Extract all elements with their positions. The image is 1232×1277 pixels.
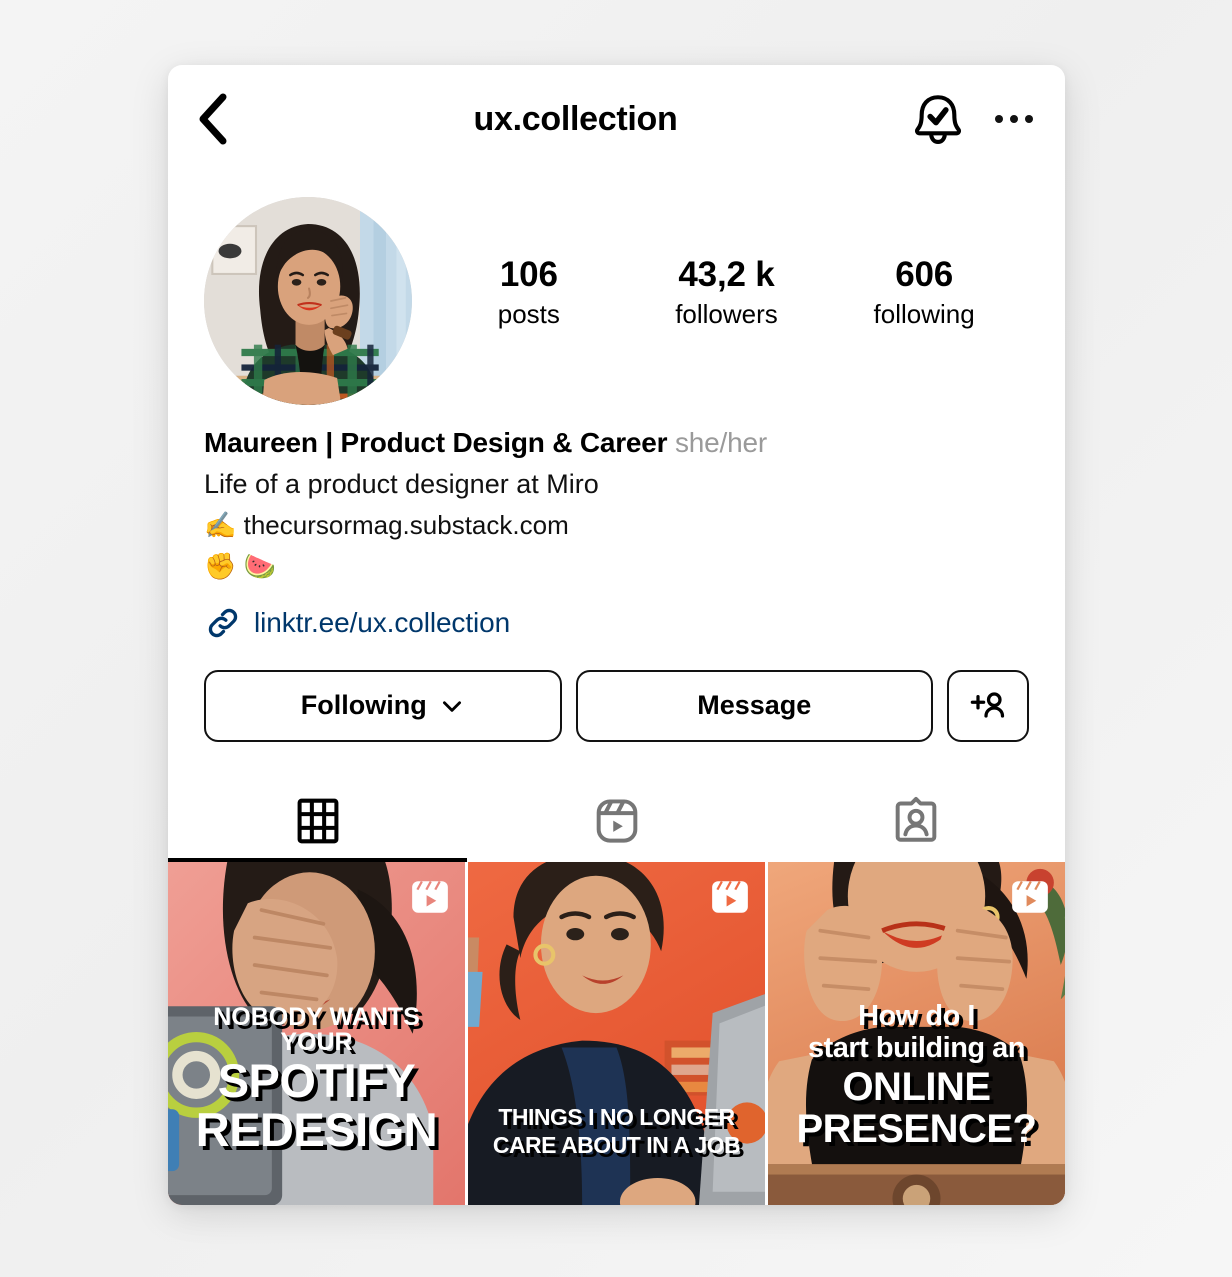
post-grid: NOBODY WANTS YOUR SPOTIFY REDESIGN THING… — [168, 861, 1065, 1205]
profile-tabs — [168, 784, 1065, 862]
profile-link-text: linktr.ee/ux.collection — [254, 606, 511, 638]
bio-line-2: ✍️ thecursormag.substack.com — [204, 510, 569, 541]
caption-line: PRESENCE? — [796, 1107, 1038, 1151]
following-label: following — [873, 298, 975, 329]
caption-line: start building an — [807, 1032, 1026, 1064]
post-thumbnail[interactable]: NOBODY WANTS YOUR SPOTIFY REDESIGN — [168, 861, 465, 1205]
stat-posts[interactable]: 106 posts — [469, 255, 589, 331]
caption-line: CARE ABOUT IN A JOB — [492, 1132, 741, 1158]
stat-followers[interactable]: 43,2 k followers — [666, 255, 786, 331]
dot — [995, 115, 1003, 123]
dot — [1010, 115, 1018, 123]
post-caption: How do I start building an ONLINE PRESEN… — [768, 1000, 1065, 1151]
dot — [1025, 115, 1033, 123]
post-thumbnail[interactable]: How do I start building an ONLINE PRESEN… — [768, 861, 1065, 1205]
display-name: Maureen | Product Design & Career — [204, 427, 668, 458]
profile-action-buttons: Following Message — [168, 642, 1065, 742]
top-bar-actions — [909, 90, 1035, 148]
reels-icon — [596, 798, 637, 843]
reels-badge-icon — [712, 880, 748, 913]
link-icon — [208, 608, 238, 637]
caption-line: NOBODY WANTS YOUR — [213, 1003, 420, 1056]
caption-line: ONLINE — [842, 1065, 991, 1109]
tagged-person-icon — [895, 796, 936, 842]
profile-stats: 106 posts 43,2 k followers 606 following — [412, 197, 1029, 331]
profile-header: 106 posts 43,2 k followers 606 following — [168, 173, 1065, 405]
notifications-button[interactable] — [909, 90, 967, 148]
bio-line-3: ✊ 🍉 — [204, 551, 276, 582]
bio-line-1: Life of a product designer at Miro — [204, 468, 599, 499]
profile-link[interactable]: linktr.ee/ux.collection — [204, 604, 1029, 642]
posts-label: posts — [497, 298, 560, 329]
add-person-button[interactable] — [947, 669, 1029, 742]
avatar-photo — [204, 197, 412, 405]
back-button[interactable] — [196, 91, 248, 147]
followers-label: followers — [675, 298, 778, 329]
followers-count: 43,2 k — [678, 255, 775, 294]
pronouns: she/her — [674, 427, 767, 458]
avatar[interactable] — [204, 197, 412, 405]
stat-following[interactable]: 606 following — [864, 255, 984, 331]
caption-line: How do I — [858, 1000, 975, 1032]
post-thumbnail[interactable]: THINGS I NO LONGER CARE ABOUT IN A JOB — [468, 861, 765, 1205]
chevron-down-icon — [442, 700, 461, 712]
page-title: ux.collection — [473, 99, 678, 138]
more-options-button[interactable] — [993, 105, 1035, 133]
message-button-label: Message — [697, 690, 812, 721]
screenshot-root: ux.collection 106 posts 43,2 k followers… — [0, 0, 1232, 1277]
following-count: 606 — [895, 255, 954, 294]
tab-reels[interactable] — [467, 784, 766, 862]
post-caption: THINGS I NO LONGER CARE ABOUT IN A JOB — [468, 1106, 765, 1157]
reels-badge-icon — [412, 880, 448, 913]
bell-check-icon — [915, 95, 961, 145]
display-name-row: Maureen | Product Design & Career she/he… — [204, 423, 1029, 463]
posts-count: 106 — [499, 255, 558, 294]
caption-line: REDESIGN — [195, 1103, 438, 1156]
reels-badge-icon — [1012, 880, 1048, 913]
message-button[interactable]: Message — [575, 669, 933, 742]
caption-line: THINGS I NO LONGER — [498, 1104, 735, 1130]
chevron-left-icon — [199, 93, 227, 145]
post-caption: NOBODY WANTS YOUR SPOTIFY REDESIGN — [168, 1003, 465, 1156]
tab-tagged[interactable] — [766, 784, 1065, 862]
instagram-profile-card: ux.collection 106 posts 43,2 k followers… — [168, 65, 1065, 1205]
tab-grid[interactable] — [168, 784, 467, 862]
following-button[interactable]: Following — [204, 669, 562, 742]
caption-line: SPOTIFY — [217, 1054, 416, 1107]
grid-icon — [297, 798, 338, 843]
add-person-icon — [970, 691, 1005, 718]
following-button-label: Following — [300, 690, 427, 721]
profile-bio: Maureen | Product Design & Career she/he… — [168, 405, 1065, 642]
top-navigation-bar: ux.collection — [168, 65, 1065, 173]
